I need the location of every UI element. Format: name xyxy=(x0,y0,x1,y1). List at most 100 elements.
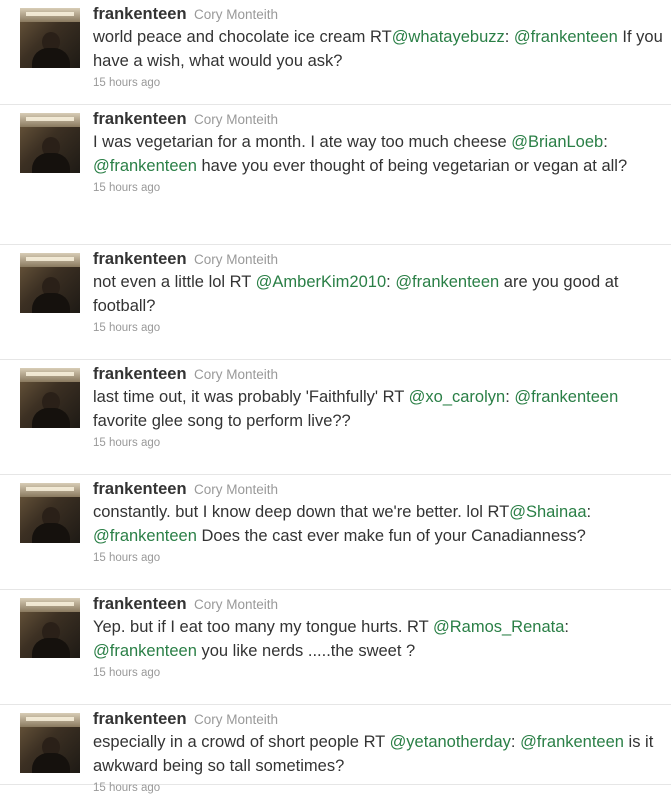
tweet-text-segment: favorite glee song to perform live?? xyxy=(93,411,351,430)
tweet-text: Yep. but if I eat too many my tongue hur… xyxy=(93,616,663,663)
tweet-meta: frankenteen Cory Monteith xyxy=(93,3,663,26)
tweet-meta: frankenteen Cory Monteith xyxy=(93,363,663,386)
avatar[interactable] xyxy=(20,483,80,543)
tweet-text: not even a little lol RT @AmberKim2010: … xyxy=(93,271,663,318)
tweet-text-segment: last time out, it was probably 'Faithful… xyxy=(93,388,409,406)
tweet-text-segment: not even a little lol RT xyxy=(93,273,256,291)
tweet-text-segment: : xyxy=(504,28,514,46)
tweet-item: frankenteen Cory Monteith constantly. but… xyxy=(0,475,671,590)
mention-link[interactable]: @frankenteen xyxy=(520,733,624,751)
mention-link[interactable]: @frankenteen xyxy=(93,527,197,545)
avatar-shoulders xyxy=(32,753,70,773)
mention-link[interactable]: @frankenteen xyxy=(93,642,197,660)
avatar[interactable] xyxy=(20,8,80,68)
mention-link[interactable]: @frankenteen xyxy=(514,28,618,46)
screen-name-link[interactable]: frankenteen xyxy=(93,250,187,268)
screen-name-link[interactable]: frankenteen xyxy=(93,710,187,728)
tweet-item: frankenteen Cory Monteith Yep. but if I e… xyxy=(0,590,671,705)
full-name: Cory Monteith xyxy=(193,482,279,497)
tweet-text: especially in a crowd of short people RT… xyxy=(93,731,663,778)
mention-link[interactable]: @frankenteen xyxy=(395,273,499,291)
avatar-shoulders xyxy=(32,48,70,68)
avatar-light xyxy=(26,602,74,606)
avatar-light xyxy=(26,372,74,376)
timestamp-link[interactable]: 15 hours ago xyxy=(93,780,663,797)
tweet-item: frankenteen Cory Monteith especially in a… xyxy=(0,705,671,794)
avatar-light xyxy=(26,257,74,261)
mention-link[interactable]: @yetanotherday xyxy=(390,733,511,751)
full-name: Cory Monteith xyxy=(193,367,279,382)
full-name: Cory Monteith xyxy=(193,252,279,267)
screen-name-link[interactable]: frankenteen xyxy=(93,110,187,128)
tweet-content: frankenteen Cory Monteith constantly. but… xyxy=(93,478,663,567)
avatar-shoulders xyxy=(32,523,70,543)
avatar-shoulders xyxy=(32,408,70,428)
tweet-meta: frankenteen Cory Monteith xyxy=(93,593,663,616)
full-name: Cory Monteith xyxy=(193,712,279,727)
tweet-text-segment: : xyxy=(510,733,521,751)
tweet-content: frankenteen Cory Monteith Yep. but if I e… xyxy=(93,593,663,682)
mention-link[interactable]: @Ramos_Renata xyxy=(433,618,564,636)
tweet-text-segment: have you ever thought of being vegetaria… xyxy=(196,156,628,175)
timestamp-link[interactable]: 15 hours ago xyxy=(93,180,663,197)
timestamp-link[interactable]: 15 hours ago xyxy=(93,75,663,92)
tweet-text-segment: Yep. but if I eat too many my tongue hur… xyxy=(93,618,433,636)
avatar-shoulders xyxy=(32,638,70,658)
screen-name-link[interactable]: frankenteen xyxy=(93,5,187,23)
avatar-light xyxy=(26,487,74,491)
tweet-content: frankenteen Cory Monteith I was vegetaria… xyxy=(93,108,663,197)
screen-name-link[interactable]: frankenteen xyxy=(93,480,187,498)
full-name: Cory Monteith xyxy=(193,597,279,612)
tweet-text-segment: : xyxy=(564,618,569,636)
avatar-light xyxy=(26,117,74,121)
screen-name-link[interactable]: frankenteen xyxy=(93,365,187,383)
tweet-text-segment: constantly. but I know deep down that we… xyxy=(93,503,510,521)
avatar-light xyxy=(26,717,74,721)
avatar[interactable] xyxy=(20,253,80,313)
tweet-item: frankenteen Cory Monteith not even a litt… xyxy=(0,245,671,360)
timestamp-link[interactable]: 15 hours ago xyxy=(93,435,663,452)
mention-link[interactable]: @frankenteen xyxy=(93,157,197,175)
tweet-meta: frankenteen Cory Monteith xyxy=(93,708,663,731)
avatar-light xyxy=(26,12,74,16)
tweet-timeline: frankenteen Cory Monteith world peace and… xyxy=(0,0,671,794)
tweet-item: frankenteen Cory Monteith world peace and… xyxy=(0,0,671,105)
tweet-text: I was vegetarian for a month. I ate way … xyxy=(93,131,663,178)
tweet-text-segment: : xyxy=(505,388,515,406)
tweet-text: last time out, it was probably 'Faithful… xyxy=(93,386,663,433)
mention-link[interactable]: @xo_carolyn xyxy=(409,388,506,406)
avatar[interactable] xyxy=(20,598,80,658)
tweet-text-segment: I was vegetarian for a month. I ate way … xyxy=(93,133,512,151)
timestamp-link[interactable]: 15 hours ago xyxy=(93,550,663,567)
tweet-text: world peace and chocolate ice cream RT@w… xyxy=(93,26,663,73)
tweet-text-segment: : xyxy=(603,133,608,151)
mention-link[interactable]: @AmberKim2010 xyxy=(256,273,386,291)
tweet-item: frankenteen Cory Monteith I was vegetaria… xyxy=(0,105,671,245)
mention-link[interactable]: @BrianLoeb xyxy=(511,133,603,151)
timestamp-link[interactable]: 15 hours ago xyxy=(93,665,663,682)
timestamp-link[interactable]: 15 hours ago xyxy=(93,320,663,337)
tweet-text-segment: especially in a crowd of short people RT xyxy=(93,733,390,751)
screen-name-link[interactable]: frankenteen xyxy=(93,595,187,613)
avatar[interactable] xyxy=(20,713,80,773)
tweet-text-segment: you like nerds .....the sweet ? xyxy=(196,641,416,660)
tweet-meta: frankenteen Cory Monteith xyxy=(93,248,663,271)
mention-link[interactable]: @whatayebuzz xyxy=(392,28,505,46)
mention-link[interactable]: @Shainaa xyxy=(509,503,586,521)
tweet-text-segment: world peace and chocolate ice cream RT xyxy=(93,28,392,46)
tweet-content: frankenteen Cory Monteith especially in a… xyxy=(93,708,663,797)
tweet-meta: frankenteen Cory Monteith xyxy=(93,478,663,501)
avatar-shoulders xyxy=(32,293,70,313)
avatar[interactable] xyxy=(20,368,80,428)
tweet-meta: frankenteen Cory Monteith xyxy=(93,108,663,131)
avatar-shoulders xyxy=(32,153,70,173)
tweet-content: frankenteen Cory Monteith world peace and… xyxy=(93,3,663,92)
tweet-text-segment: : xyxy=(586,503,592,521)
full-name: Cory Monteith xyxy=(193,112,279,127)
tweet-item: frankenteen Cory Monteith last time out, … xyxy=(0,360,671,475)
tweet-text-segment: Does the cast ever make fun of your Cana… xyxy=(196,526,586,545)
tweet-content: frankenteen Cory Monteith last time out, … xyxy=(93,363,663,452)
full-name: Cory Monteith xyxy=(193,7,279,22)
avatar[interactable] xyxy=(20,113,80,173)
mention-link[interactable]: @frankenteen xyxy=(514,388,618,406)
